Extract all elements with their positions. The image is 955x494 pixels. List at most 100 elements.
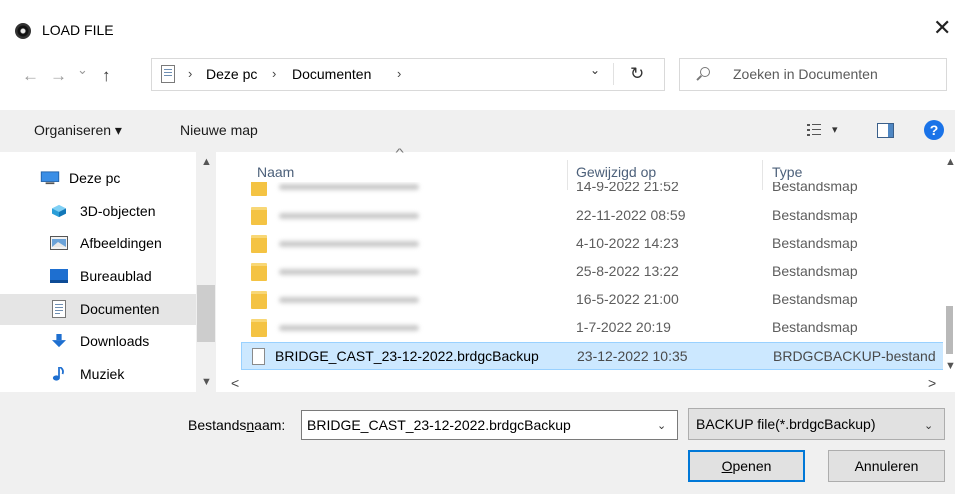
scroll-left-icon[interactable]: < [231,375,239,391]
redacted-name [279,297,419,303]
redacted-name [279,325,419,331]
search-icon [700,67,710,77]
nav-item-bureaublad[interactable]: Bureaublad [0,261,196,292]
document-icon [52,300,66,318]
file-type-value[interactable]: BACKUP file(*.brdgcBackup) [696,416,875,432]
nav-item-deze-pc[interactable]: Deze pc [0,163,196,194]
list-item[interactable]: 22-11-2022 08:59 Bestandsmap [241,202,943,230]
file-type-dropdown-icon[interactable]: ⌄ [924,419,933,432]
folder-icon [251,207,267,225]
nav-item-label: 3D-objecten [80,203,156,219]
window-title: LOAD FILE [42,22,114,38]
filename-label: Bestandsnaam: [188,417,285,433]
folder-icon [251,291,267,309]
filename-label-accesskey: n [246,417,255,433]
file-list: 14-9-2022 21:52 Bestandsmap 22-11-2022 0… [216,182,943,376]
list-item-date: 23-12-2022 10:35 [577,348,688,364]
back-arrow-icon[interactable]: ← [22,66,39,86]
pictures-icon [50,236,68,250]
filename-label-part: aam: [254,417,286,433]
file-icon [252,348,265,365]
nav-item-3d-objecten[interactable]: 3D-objecten [0,196,196,227]
list-item-type: Bestandsmap [772,291,858,307]
view-options-icon[interactable] [807,123,821,137]
breadcrumb-separator[interactable]: › [397,66,401,81]
nav-item-label: Deze pc [69,170,121,186]
folder-icon [251,319,267,337]
nav-item-muziek[interactable]: Muziek [0,359,196,390]
list-item[interactable]: 1-7-2022 20:19 Bestandsmap [241,314,943,342]
list-item-date: 22-11-2022 08:59 [576,207,686,223]
list-item[interactable]: 4-10-2022 14:23 Bestandsmap [241,230,943,258]
nav-item-label: Bureaublad [80,268,152,284]
sort-ascending-icon: ^ [395,147,404,159]
download-icon [52,334,66,348]
list-item-type: Bestandsmap [772,235,858,251]
file-scroll-up-icon[interactable]: ▲ [945,156,955,168]
list-item-type: Bestandsmap [772,207,858,223]
recent-locations-icon[interactable]: ⌄ [77,62,88,78]
column-header-modified[interactable]: Gewijzigd op [576,164,656,180]
list-item-type: Bestandsmap [772,182,858,194]
monitor-icon [40,171,60,185]
search-placeholder: Zoeken in Documenten [733,66,878,82]
folder-icon [251,263,267,281]
address-divider [613,63,614,85]
column-header-name[interactable]: Naam [257,164,294,180]
vertical-scrollbar-thumb[interactable] [946,306,953,354]
nav-item-documenten[interactable]: Documenten [0,294,196,325]
file-scroll-down-icon[interactable]: ▼ [945,360,955,372]
list-item-date: 14-9-2022 21:52 [576,182,679,194]
filename-value[interactable]: BRIDGE_CAST_23-12-2022.brdgcBackup [307,417,571,433]
filename-dropdown-icon[interactable]: ⌄ [657,419,666,432]
desktop-icon [50,269,68,283]
cube-icon [52,204,66,218]
title-bar [0,0,955,52]
redacted-name [279,184,419,190]
list-item-date: 1-7-2022 20:19 [576,319,671,335]
breadcrumb-separator: › [188,66,193,81]
redacted-name [279,213,419,219]
list-item-name: BRIDGE_CAST_23-12-2022.brdgcBackup [275,348,539,364]
list-item-type: Bestandsmap [772,319,858,335]
list-item[interactable]: 14-9-2022 21:52 Bestandsmap [241,182,943,201]
nav-item-label: Afbeeldingen [80,235,162,251]
breadcrumb-separator[interactable]: › [272,66,276,81]
open-button[interactable]: Openen [688,450,805,482]
view-options-dropdown-icon[interactable]: ▾ [832,123,838,136]
nav-scroll-up-icon[interactable]: ▲ [201,156,212,168]
preview-pane-icon[interactable] [877,123,894,138]
list-item[interactable]: 16-5-2022 21:00 Bestandsmap [241,286,943,314]
column-header-type[interactable]: Type [772,164,802,180]
nav-scrollbar-thumb[interactable] [197,285,215,342]
nav-item-afbeeldingen[interactable]: Afbeeldingen [0,228,196,259]
refresh-icon[interactable]: ↻ [630,64,644,84]
list-item[interactable]: 25-8-2022 13:22 Bestandsmap [241,258,943,286]
help-icon[interactable]: ? [924,120,944,140]
list-item-date: 4-10-2022 14:23 [576,235,679,251]
redacted-name [279,269,419,275]
list-item-selected[interactable]: BRIDGE_CAST_23-12-2022.brdgcBackup 23-12… [241,342,943,370]
file-list-horizontal-scrollbar[interactable] [216,376,955,392]
breadcrumb-documenten[interactable]: Documenten [292,66,371,82]
open-accesskey: O [721,458,733,474]
new-folder-button[interactable]: Nieuwe map [180,122,258,138]
nav-item-label: Documenten [80,301,160,317]
nav-scrollbar[interactable] [196,152,216,392]
nav-item-downloads[interactable]: Downloads [0,326,196,357]
nav-scroll-down-icon[interactable]: ▼ [201,376,212,388]
nav-item-label: Downloads [80,333,150,349]
scroll-right-icon[interactable]: > [928,375,936,391]
folder-icon [251,235,267,253]
close-button[interactable]: ✕ [933,16,951,40]
up-arrow-icon[interactable]: ↑ [102,66,111,86]
list-item-type: Bestandsmap [772,263,858,279]
file-list-vertical-scrollbar[interactable] [943,152,955,392]
app-icon [15,23,31,39]
breadcrumb-deze-pc[interactable]: Deze pc [206,66,257,82]
forward-arrow-icon[interactable]: → [50,66,67,86]
open-label: penen [732,458,772,474]
organise-button[interactable]: Organiseren ▾ [34,122,122,139]
address-dropdown-icon[interactable]: ⌄ [590,63,600,77]
cancel-button[interactable]: Annuleren [828,450,945,482]
